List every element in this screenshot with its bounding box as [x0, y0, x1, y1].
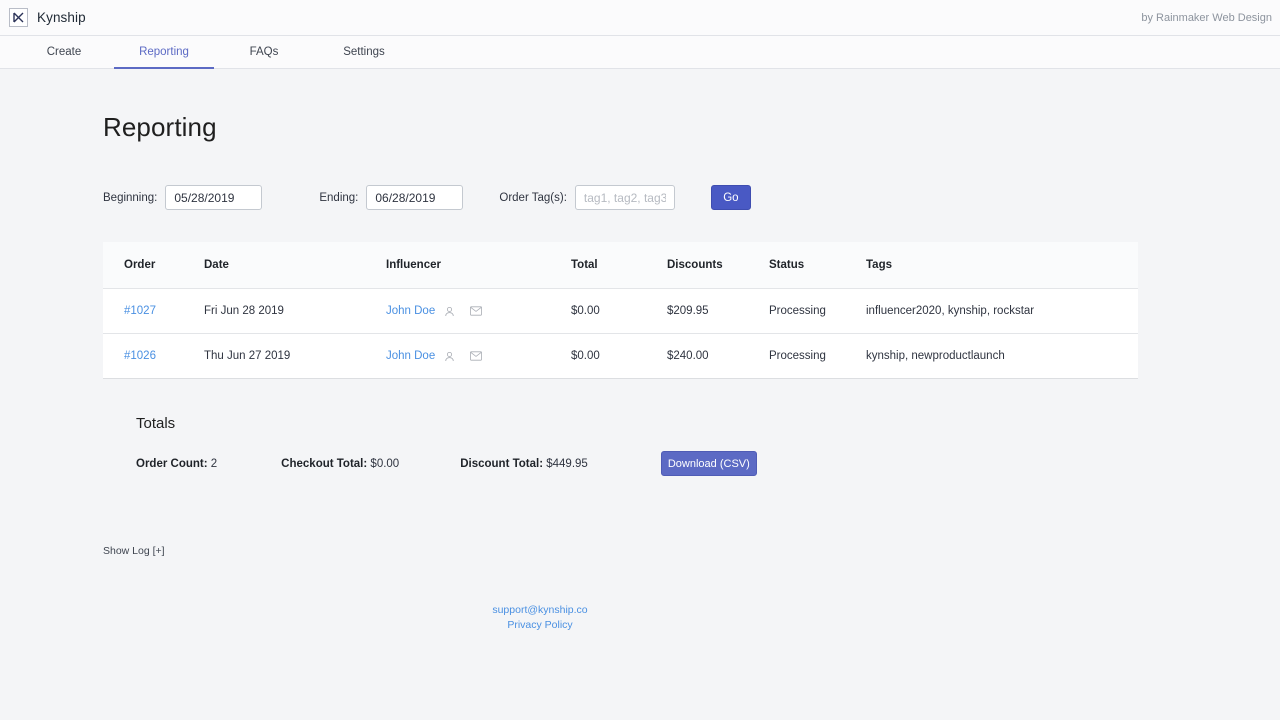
order-tags-input[interactable] — [574, 185, 675, 210]
order-link[interactable]: #1026 — [124, 350, 156, 362]
discount-total-value: $449.95 — [546, 457, 588, 470]
totals-row: Order Count: 2 Checkout Total: $0.00 Dis… — [136, 451, 1280, 476]
discounts-cell: $240.00 — [667, 333, 769, 379]
beginning-date-input[interactable] — [165, 185, 263, 210]
table-row: #1026 Thu Jun 27 2019 John Doe $0.00 $24… — [103, 333, 1138, 379]
influencer-cell: John Doe — [386, 333, 571, 379]
influencer-link[interactable]: John Doe — [386, 305, 435, 317]
orders-table-card: Order Date Influencer Total Discounts St… — [103, 242, 1138, 379]
download-csv-button[interactable]: Download (CSV) — [660, 451, 757, 476]
ending-date-input[interactable] — [366, 185, 464, 210]
tab-create[interactable]: Create — [14, 36, 114, 69]
table-body: #1027 Fri Jun 28 2019 John Doe $0.00 $20… — [103, 288, 1138, 379]
orders-table: Order Date Influencer Total Discounts St… — [103, 242, 1138, 379]
page-content: Reporting Beginning: Ending: Order Tag(s… — [0, 112, 1280, 633]
column-header-total: Total — [571, 242, 667, 289]
influencer-cell: John Doe — [386, 288, 571, 334]
table-header-row: Order Date Influencer Total Discounts St… — [103, 242, 1138, 289]
go-button[interactable]: Go — [710, 185, 751, 210]
tags-cell: kynship, newproductlaunch — [866, 333, 1138, 379]
order-cell: #1026 — [103, 333, 204, 379]
influencer-link[interactable]: John Doe — [386, 350, 435, 362]
envelope-icon[interactable] — [470, 305, 483, 317]
status-cell: Processing — [769, 333, 866, 379]
table-head: Order Date Influencer Total Discounts St… — [103, 242, 1138, 289]
nav-tabs: Create Reporting FAQs Settings — [0, 36, 1280, 69]
column-header-influencer: Influencer — [386, 242, 571, 289]
discount-total: Discount Total: $449.95 — [460, 458, 588, 470]
order-count-label: Order Count: — [136, 457, 208, 470]
total-cell: $0.00 — [571, 288, 667, 334]
tab-faqs[interactable]: FAQs — [214, 36, 314, 69]
user-icon[interactable] — [444, 351, 455, 362]
discount-total-label: Discount Total: — [460, 457, 544, 470]
total-cell: $0.00 — [571, 333, 667, 379]
byline: by Rainmaker Web Design — [1141, 11, 1272, 24]
discounts-cell: $209.95 — [667, 288, 769, 334]
privacy-policy-link[interactable]: Privacy Policy — [0, 618, 1080, 633]
date-cell: Thu Jun 27 2019 — [204, 333, 386, 379]
order-link[interactable]: #1027 — [124, 305, 156, 317]
ending-label: Ending: — [319, 191, 359, 204]
filters-bar: Beginning: Ending: Order Tag(s): Go — [103, 185, 1280, 210]
column-header-date: Date — [204, 242, 386, 289]
tab-settings[interactable]: Settings — [314, 36, 414, 69]
top-bar: Kynship by Rainmaker Web Design — [0, 0, 1280, 36]
kynship-k-logo-icon — [9, 8, 28, 27]
brand-name: Kynship — [37, 10, 86, 25]
envelope-icon[interactable] — [470, 350, 483, 362]
order-count-value: 2 — [210, 457, 218, 470]
order-cell: #1027 — [103, 288, 204, 334]
support-email-link[interactable]: support@kynship.co — [0, 603, 1080, 618]
footer: support@kynship.co Privacy Policy — [0, 603, 1080, 633]
order-tags-label: Order Tag(s): — [499, 191, 567, 204]
checkout-total-label: Checkout Total: — [281, 457, 368, 470]
column-header-status: Status — [769, 242, 866, 289]
checkout-total: Checkout Total: $0.00 — [281, 458, 399, 470]
tab-reporting[interactable]: Reporting — [114, 36, 214, 69]
status-cell: Processing — [769, 288, 866, 334]
column-header-order: Order — [103, 242, 204, 289]
brand[interactable]: Kynship — [9, 8, 86, 27]
beginning-label: Beginning: — [103, 191, 158, 204]
table-row: #1027 Fri Jun 28 2019 John Doe $0.00 $20… — [103, 288, 1138, 334]
tags-cell: influencer2020, kynship, rockstar — [866, 288, 1138, 334]
show-log-toggle[interactable]: Show Log [+] — [103, 545, 165, 557]
date-cell: Fri Jun 28 2019 — [204, 288, 386, 334]
column-header-discounts: Discounts — [667, 242, 769, 289]
checkout-total-value: $0.00 — [370, 457, 400, 470]
totals-title: Totals — [136, 415, 176, 432]
order-count: Order Count: 2 — [136, 458, 217, 470]
column-header-tags: Tags — [866, 242, 1138, 289]
page-title: Reporting — [103, 112, 217, 142]
user-icon[interactable] — [444, 306, 455, 317]
totals-section: Totals Order Count: 2 Checkout Total: $0… — [136, 415, 1280, 476]
